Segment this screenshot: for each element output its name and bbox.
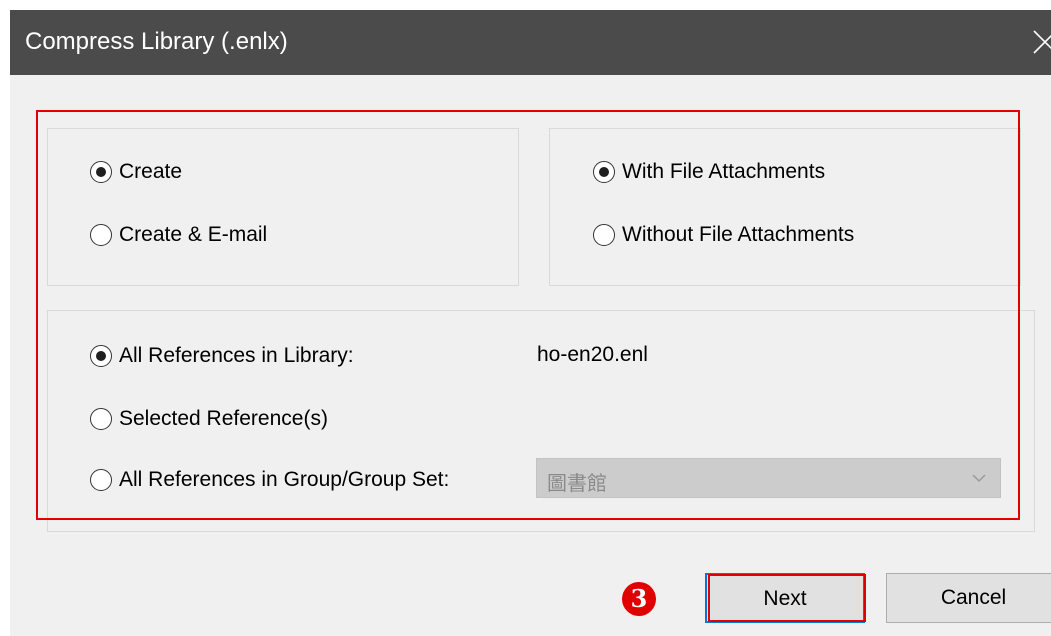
cancel-button[interactable]: Cancel <box>886 573 1051 623</box>
title-bar: Compress Library (.enlx) <box>10 10 1051 75</box>
group-set-dropdown[interactable]: 圖書館 <box>536 458 1001 498</box>
radio-selected-references-label: Selected Reference(s) <box>119 407 328 430</box>
library-file-name: ho-en20.enl <box>537 343 648 366</box>
radio-button-checked[interactable] <box>90 345 112 367</box>
radio-without-attachments-label: Without File Attachments <box>622 223 855 246</box>
close-button[interactable] <box>1026 22 1051 62</box>
radio-button-checked[interactable] <box>90 161 112 183</box>
dialog-title: Compress Library (.enlx) <box>25 28 288 55</box>
radio-button-unchecked[interactable] <box>90 469 112 491</box>
attachment-options-group <box>549 128 1021 286</box>
step-number-badge: 3 <box>622 582 656 616</box>
radio-group-references-label: All References in Group/Group Set: <box>119 468 450 491</box>
action-options-group <box>47 128 519 286</box>
radio-button-unchecked[interactable] <box>90 224 112 246</box>
radio-with-attachments-label: With File Attachments <box>622 160 826 183</box>
close-icon <box>1033 30 1051 54</box>
radio-button-unchecked[interactable] <box>593 224 615 246</box>
radio-button-unchecked[interactable] <box>90 408 112 430</box>
next-button[interactable]: Next <box>705 573 865 623</box>
group-set-dropdown-value: 圖書館 <box>547 473 607 495</box>
radio-button-checked[interactable] <box>593 161 615 183</box>
compress-library-dialog: Compress Library (.enlx) Create Create &… <box>10 10 1051 636</box>
radio-create-email-label: Create & E-mail <box>119 223 268 246</box>
radio-all-references-library-label: All References in Library: <box>119 344 354 367</box>
radio-create-label: Create <box>119 160 183 183</box>
chevron-down-icon <box>972 474 986 483</box>
